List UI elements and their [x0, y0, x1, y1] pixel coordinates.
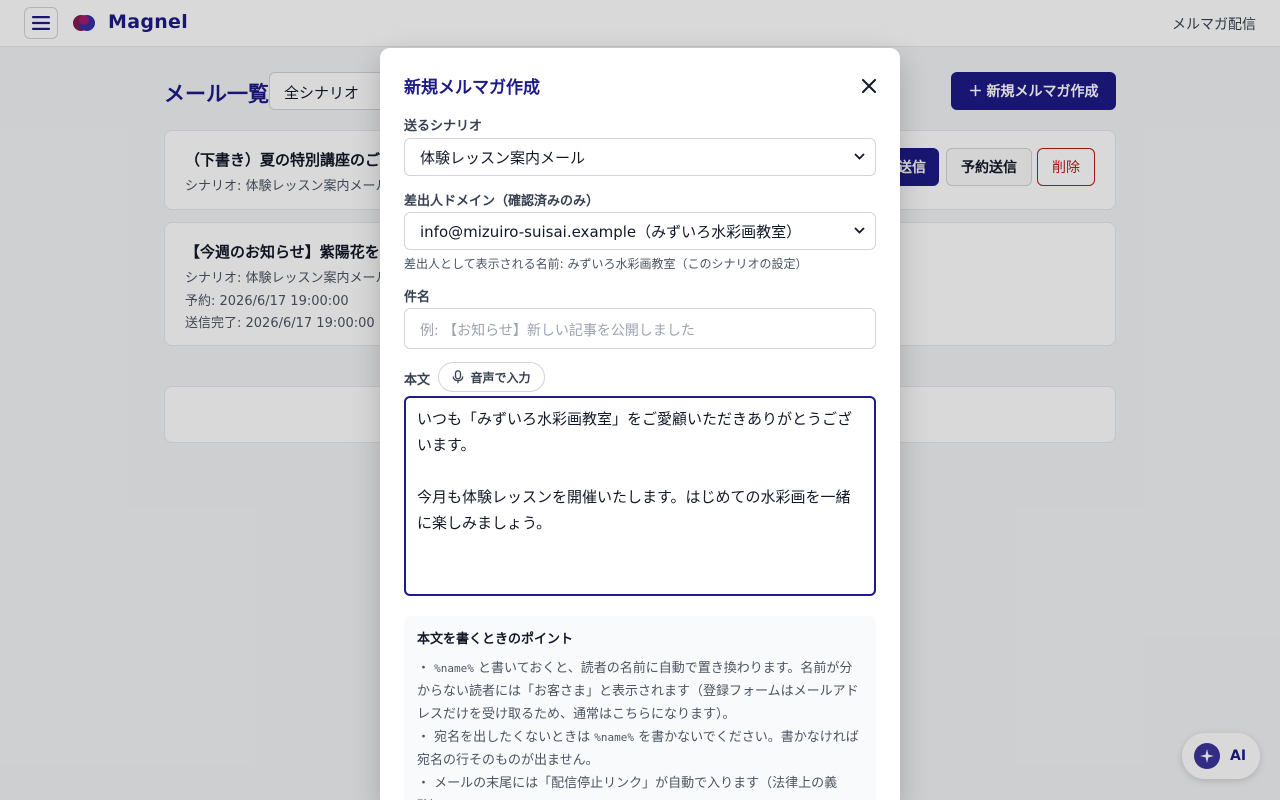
chevron-down-icon [854, 153, 865, 160]
sender-name-hint: 差出人として表示される名前: みずいろ水彩画教室（このシナリオの設定） [404, 257, 808, 271]
sender-domain-value: info@mizuiro-suisai.example（みずいろ水彩画教室） [420, 223, 802, 241]
tip-item: ・ 宛名を出したくないときは %name% を書かないでください。書かなければ宛… [417, 730, 859, 768]
subject-input[interactable]: 例: 【お知らせ】新しい記事を公開しました [404, 308, 876, 349]
scenario-label: 送るシナリオ [404, 119, 483, 134]
name-placeholder-code: %name% [594, 731, 635, 744]
body-label: 本文 [404, 373, 431, 388]
subject-label: 件名 [404, 290, 431, 305]
chevron-down-icon [854, 227, 865, 234]
tip-item: ・ メールの末尾には「配信停止リンク」が自動で入ります（法律上の義務）。 [417, 776, 838, 800]
body-line: いつも「みずいろ水彩画教室」をご愛顧いただきありがとうございます。 [417, 410, 853, 454]
scenario-select[interactable]: 体験レッスン案内メール [404, 138, 876, 176]
new-newsletter-modal: 新規メルマガ作成 送るシナリオ 体験レッスン案内メール 差出人ドメイン（確認済み… [380, 48, 900, 800]
close-button[interactable] [858, 75, 880, 97]
microphone-icon [453, 370, 464, 384]
sender-domain-select[interactable]: info@mizuiro-suisai.example（みずいろ水彩画教室） [404, 212, 876, 250]
voice-input-button[interactable]: 音声で入力 [438, 362, 545, 392]
body-textarea[interactable]: いつも「みずいろ水彩画教室」をご愛顧いただきありがとうございます。 今月も体験レ… [404, 396, 876, 596]
body-line: 今月も体験レッスンを開催いたします。はじめての水彩画を一緒に楽しみましょう。 [417, 488, 851, 532]
tip-item: ・ %name% と書いておくと、読者の名前に自動で置き換わります。名前が分から… [417, 661, 859, 722]
domain-label: 差出人ドメイン（確認済みのみ） [404, 194, 600, 209]
voice-input-label: 音声で入力 [470, 370, 531, 385]
modal-title: 新規メルマガ作成 [404, 78, 540, 98]
scenario-select-value: 体験レッスン案内メール [420, 149, 586, 167]
writing-tips-panel: 本文を書くときのポイント ・ %name% と書いておくと、読者の名前に自動で置… [404, 616, 876, 800]
tips-title: 本文を書くときのポイント [417, 632, 574, 647]
name-placeholder-code: %name% [434, 662, 474, 675]
close-icon [862, 79, 876, 93]
